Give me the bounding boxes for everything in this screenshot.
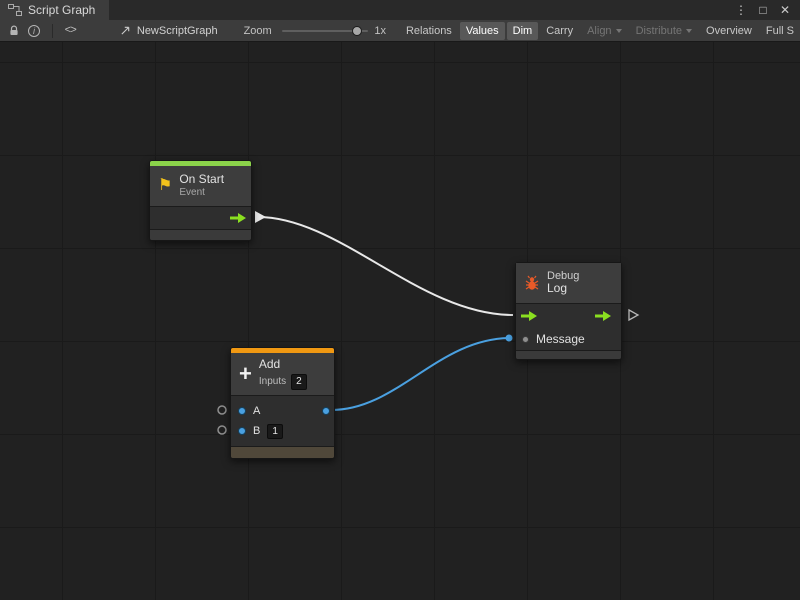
bug-icon xyxy=(524,275,540,291)
overview-button[interactable]: Overview xyxy=(700,22,758,40)
port-row-a: A xyxy=(231,401,334,421)
info-button[interactable]: i xyxy=(24,20,44,42)
flow-input-port[interactable] xyxy=(521,311,537,321)
window-tab-bar: Script Graph ⋮ □ ✕ xyxy=(0,0,800,20)
value-wire-end-dot xyxy=(506,335,513,342)
result-output-port[interactable] xyxy=(322,407,330,415)
message-port-label: Message xyxy=(536,332,585,346)
flow-output-port[interactable] xyxy=(595,311,611,321)
debug-footer xyxy=(516,351,621,359)
info-icon: i xyxy=(28,25,40,37)
add-ports-body: A B 1 xyxy=(231,396,334,446)
port-b-value-field[interactable]: 1 xyxy=(267,424,283,439)
node-subtitle: Event xyxy=(179,187,224,199)
flow-arrow-icon xyxy=(595,311,611,321)
on-start-header: ⚑ On Start Event xyxy=(150,166,251,206)
code-view-button[interactable]: <> xyxy=(61,20,80,42)
tab-title: Script Graph xyxy=(28,3,95,17)
chevron-down-icon xyxy=(616,29,622,33)
node-title: Log xyxy=(547,282,579,296)
inputs-count-field[interactable]: 2 xyxy=(291,374,307,390)
values-button[interactable]: Values xyxy=(460,22,505,40)
input-port-a[interactable] xyxy=(238,407,246,415)
graph-name: NewScriptGraph xyxy=(137,25,218,37)
align-button[interactable]: Align xyxy=(581,22,627,40)
add-header: + Add Inputs 2 xyxy=(231,353,334,395)
toolbar-buttons: Relations Values Dim Carry Align Distrib… xyxy=(400,22,800,40)
align-label: Align xyxy=(587,25,611,37)
chevron-down-icon xyxy=(686,29,692,33)
node-title: Add xyxy=(259,358,307,372)
on-start-flow-row xyxy=(150,207,251,229)
lock-icon xyxy=(8,25,20,37)
window-controls: ⋮ □ ✕ xyxy=(732,0,800,20)
value-wire[interactable] xyxy=(331,338,511,410)
external-port-circle-b[interactable] xyxy=(218,426,226,434)
script-graph-window: Script Graph ⋮ □ ✕ i <> NewScriptGraph xyxy=(0,0,800,600)
flow-wire[interactable] xyxy=(258,217,513,315)
external-port-circle-a[interactable] xyxy=(218,406,226,414)
close-button[interactable]: ✕ xyxy=(776,1,794,19)
port-b-label: B xyxy=(253,425,260,437)
script-graph-icon xyxy=(120,25,131,36)
node-debug-log[interactable]: Debug Log Message xyxy=(515,262,622,360)
relations-button[interactable]: Relations xyxy=(400,22,458,40)
window-menu-button[interactable]: ⋮ xyxy=(732,1,750,19)
wires-layer xyxy=(0,42,800,600)
zoom-label: Zoom xyxy=(244,25,272,37)
plus-icon: + xyxy=(239,364,252,384)
graph-tab-icon xyxy=(8,4,22,16)
fullscreen-button[interactable]: Full S xyxy=(760,22,800,40)
distribute-button[interactable]: Distribute xyxy=(630,22,698,40)
flow-output-port[interactable] xyxy=(230,213,246,223)
port-a-label: A xyxy=(253,405,260,417)
add-footer xyxy=(231,446,334,458)
graph-breadcrumb[interactable]: NewScriptGraph xyxy=(120,25,218,37)
inputs-label: Inputs xyxy=(259,376,286,388)
flag-icon: ⚑ xyxy=(158,178,172,194)
carry-button[interactable]: Carry xyxy=(540,22,579,40)
message-input-port[interactable] xyxy=(522,336,529,343)
maximize-button[interactable]: □ xyxy=(754,1,772,19)
node-add[interactable]: + Add Inputs 2 A B xyxy=(230,347,335,459)
port-row-b: B 1 xyxy=(231,421,334,441)
debug-log-header: Debug Log xyxy=(516,263,621,303)
zoom-slider[interactable] xyxy=(282,24,369,38)
on-start-footer xyxy=(150,230,251,240)
flow-wire-start-arrow-icon xyxy=(255,211,266,223)
zoom-handle[interactable] xyxy=(352,26,362,36)
input-port-b[interactable] xyxy=(238,427,246,435)
external-flow-triangle[interactable] xyxy=(629,310,638,320)
flow-arrow-icon xyxy=(521,311,537,321)
lock-button[interactable] xyxy=(4,20,24,42)
node-on-start[interactable]: ⚑ On Start Event xyxy=(149,160,252,241)
graph-canvas[interactable]: ⚑ On Start Event xyxy=(0,42,800,600)
debug-flow-row xyxy=(516,304,621,328)
toolbar-separator xyxy=(52,24,53,38)
tab-script-graph[interactable]: Script Graph xyxy=(0,0,109,20)
dim-button[interactable]: Dim xyxy=(507,22,539,40)
zoom-value: 1x xyxy=(374,25,386,37)
code-icon: <> xyxy=(65,25,76,37)
distribute-label: Distribute xyxy=(636,25,682,37)
message-port-row: Message xyxy=(516,328,621,350)
graph-toolbar: i <> NewScriptGraph Zoom 1x Relations Va… xyxy=(0,20,800,42)
node-title: On Start xyxy=(179,173,224,187)
flow-arrow-icon xyxy=(230,213,246,223)
